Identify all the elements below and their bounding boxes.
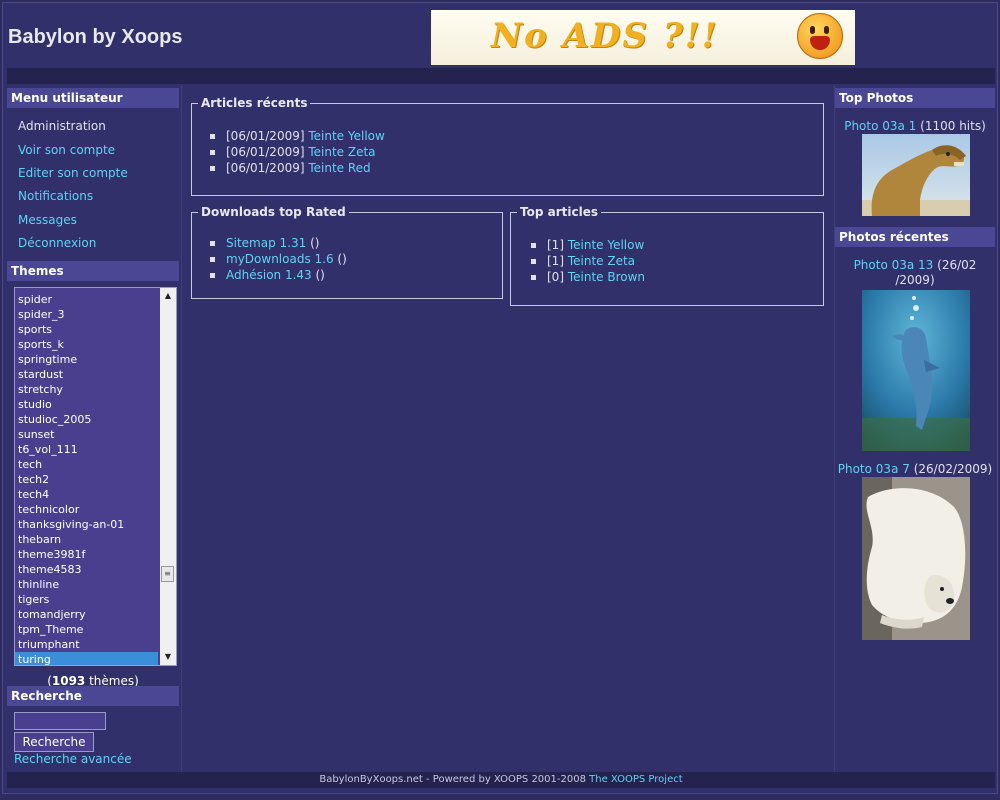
left-sidebar: Menu utilisateur Administration Voir son… (7, 86, 180, 772)
site-title[interactable]: Babylon by Xoops (8, 26, 182, 49)
theme-option[interactable]: studio (15, 397, 158, 412)
downloads-block: Downloads top Rated Sitemap 1.31 () myDo… (191, 205, 503, 299)
theme-option[interactable]: springtime (15, 352, 158, 367)
theme-option[interactable]: stretchy (15, 382, 158, 397)
top-articles-block: Top articles [1] Teinte Yellow [1] Teint… (510, 205, 824, 306)
camel-photo[interactable] (862, 134, 970, 216)
top-bar (7, 68, 995, 84)
menu-item-administration[interactable]: Administration (18, 119, 106, 133)
theme-option[interactable]: turing (15, 652, 158, 665)
polar-bear-photo[interactable] (862, 477, 970, 640)
photo-link[interactable]: Photo 03a 1 (844, 119, 916, 133)
top-photos-title: Top Photos (835, 88, 995, 108)
theme-option[interactable]: triumphant (15, 637, 158, 652)
article-link[interactable]: Teinte Yellow (568, 238, 644, 252)
theme-option[interactable]: sunset (15, 427, 158, 442)
recent-photo-caption-2: Photo 03a 7 (26/02/2009) (837, 462, 993, 476)
theme-option[interactable]: tech2 (15, 472, 158, 487)
article-link[interactable]: Teinte Zeta (568, 254, 635, 268)
list-item: [06/01/2009] Teinte Yellow (210, 129, 385, 143)
footer-text: BabylonByXoops.net - Powered by XOOPS 20… (319, 774, 590, 785)
theme-option[interactable]: tpm_Theme (15, 622, 158, 637)
theme-option[interactable]: spider_3 (15, 307, 158, 322)
theme-option[interactable]: spider (15, 292, 158, 307)
theme-option[interactable]: studioc_2005 (15, 412, 158, 427)
dolphin-photo[interactable] (862, 290, 970, 451)
theme-option[interactable]: tigers (15, 592, 158, 607)
top-articles-legend: Top articles (517, 205, 601, 219)
theme-option[interactable]: sports_k (15, 337, 158, 352)
theme-option[interactable]: theme3981f (15, 547, 158, 562)
theme-option[interactable]: t6_vol_111 (15, 442, 158, 457)
theme-option[interactable]: tech4 (15, 487, 158, 502)
theme-option[interactable]: thinline (15, 577, 158, 592)
list-item: [1] Teinte Zeta (531, 254, 635, 268)
article-link[interactable]: Teinte Brown (568, 270, 645, 284)
menu-item-logout[interactable]: Déconnexion (18, 236, 96, 250)
scroll-thumb[interactable]: ≡ (161, 566, 174, 582)
downloads-legend: Downloads top Rated (198, 205, 349, 219)
user-menu-title: Menu utilisateur (7, 88, 179, 108)
list-item: Adhésion 1.43 () (210, 268, 325, 282)
ad-banner[interactable]: No ADS ?!! (431, 10, 855, 65)
list-item: [1] Teinte Yellow (531, 238, 644, 252)
footer-xoops-link[interactable]: The XOOPS Project (589, 774, 683, 785)
list-item: [06/01/2009] Teinte Red (210, 161, 371, 175)
screaming-face-icon (797, 13, 843, 59)
recent-articles-legend: Articles récents (198, 96, 311, 110)
search-button[interactable]: Recherche (14, 732, 94, 752)
advanced-search-link[interactable]: Recherche avancée (14, 752, 132, 766)
scroll-up-arrow-icon[interactable]: ▲ (160, 288, 176, 304)
themes-select-list[interactable]: spider spider_3 sports sports_k springtime st… (14, 287, 177, 666)
theme-option[interactable]: thebarn (15, 532, 158, 547)
photo-link[interactable]: Photo 03a 7 (838, 462, 910, 476)
search-title: Recherche (7, 686, 179, 706)
article-link[interactable]: Teinte Red (308, 161, 370, 175)
themes-scrollbar[interactable]: ▲ ≡ ▼ (160, 288, 176, 665)
theme-option[interactable]: tomandjerry (15, 607, 158, 622)
theme-option[interactable]: tech (15, 457, 158, 472)
search-input[interactable] (14, 712, 106, 730)
theme-option[interactable]: sports (15, 322, 158, 337)
recent-photo-caption-1: Photo 03a 13 (26/02/2009) (853, 258, 977, 287)
top-photo-caption: Photo 03a 1 (1100 hits) (844, 119, 986, 133)
download-link[interactable]: myDownloads 1.6 (226, 252, 334, 266)
list-item: [0] Teinte Brown (531, 270, 645, 284)
article-link[interactable]: Teinte Yellow (308, 129, 384, 143)
scroll-down-arrow-icon[interactable]: ▼ (160, 649, 176, 665)
menu-item-messages[interactable]: Messages (18, 213, 77, 227)
banner-text: No ADS ?!! (491, 16, 719, 56)
recent-photos-title: Photos récentes (835, 227, 995, 247)
right-sidebar: Top Photos Photo 03a 1 (1100 hits) Photo… (834, 86, 997, 772)
menu-item-notifications[interactable]: Notifications (18, 189, 93, 203)
theme-option[interactable]: stardust (15, 367, 158, 382)
theme-option[interactable]: thanksgiving-an-01 (15, 517, 158, 532)
menu-item-view-account[interactable]: Voir son compte (18, 143, 115, 157)
menu-item-edit-account[interactable]: Editer son compte (18, 166, 128, 180)
themes-title: Themes (7, 261, 179, 281)
list-item: Sitemap 1.31 () (210, 236, 319, 250)
theme-option[interactable]: theme4583 (15, 562, 158, 577)
list-item: [06/01/2009] Teinte Zeta (210, 145, 376, 159)
download-link[interactable]: Adhésion 1.43 (226, 268, 312, 282)
footer: BabylonByXoops.net - Powered by XOOPS 20… (7, 772, 995, 788)
article-link[interactable]: Teinte Zeta (308, 145, 375, 159)
theme-option[interactable]: technicolor (15, 502, 158, 517)
list-item: myDownloads 1.6 () (210, 252, 347, 266)
photo-link[interactable]: Photo 03a 13 (854, 258, 934, 272)
recent-articles-block: Articles récents [06/01/2009] Teinte Yel… (191, 96, 824, 196)
download-link[interactable]: Sitemap 1.31 (226, 236, 306, 250)
